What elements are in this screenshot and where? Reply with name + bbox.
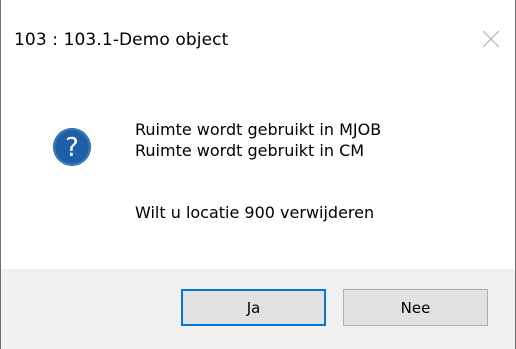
message-line-2: Ruimte wordt gebruikt in CM bbox=[135, 141, 365, 160]
button-bar: Ja Nee bbox=[1, 269, 515, 349]
question-icon: ? bbox=[53, 128, 91, 166]
close-icon bbox=[482, 30, 500, 48]
svg-text:?: ? bbox=[65, 133, 79, 163]
window-title: 103 : 103.1-Demo object bbox=[14, 30, 229, 50]
message-dialog: 103 : 103.1-Demo object ? Ruimte wordt g… bbox=[0, 0, 516, 349]
message-question: Wilt u locatie 900 verwijderen bbox=[135, 203, 375, 222]
dialog-content: ? Ruimte wordt gebruikt in MJOB Ruimte w… bbox=[1, 70, 515, 269]
no-button[interactable]: Nee bbox=[343, 289, 488, 326]
yes-button[interactable]: Ja bbox=[181, 289, 326, 326]
message-line-1: Ruimte wordt gebruikt in MJOB bbox=[135, 120, 382, 139]
window-top-strip bbox=[1, 0, 515, 7]
title-bar[interactable]: 103 : 103.1-Demo object bbox=[1, 7, 515, 70]
close-button[interactable] bbox=[467, 15, 515, 63]
